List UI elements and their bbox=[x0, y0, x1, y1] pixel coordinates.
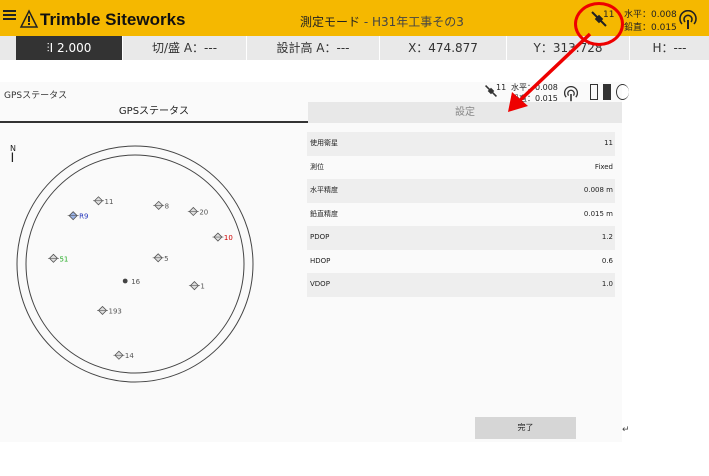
status-label: 使用衛星 bbox=[310, 139, 338, 147]
satellite-marker: 16 bbox=[122, 278, 141, 286]
satellite-marker: 193 bbox=[96, 305, 122, 315]
precision-readout: 水平：0.008 鉛直：0.015 bbox=[624, 9, 677, 35]
radio-signal-icon[interactable] bbox=[678, 10, 698, 30]
design-height-cell[interactable]: 設計高 A：--- bbox=[247, 36, 380, 60]
project-name: H31年工事その3 bbox=[371, 15, 464, 29]
sky-plot-inner-ring bbox=[25, 154, 245, 374]
vertical-precision: 鉛直：0.015 bbox=[624, 23, 677, 33]
status-label: 測位 bbox=[310, 162, 324, 171]
satellite-label: 10 bbox=[224, 234, 233, 242]
sky-plot: 8 11 20 10 R9 5 51 1 16 193 14 bbox=[16, 145, 254, 383]
antenna-height-value: 2.000 bbox=[57, 41, 92, 55]
satellite-marker: 1 bbox=[188, 281, 205, 291]
satellite-label: 14 bbox=[125, 352, 134, 360]
satellite-marker: 5 bbox=[152, 253, 169, 263]
satellite-label: 51 bbox=[59, 255, 68, 263]
status-label: HDOP bbox=[310, 256, 331, 265]
status-row: 水平精度 0.008 m bbox=[307, 179, 615, 203]
antenna-height-cell[interactable]: ⫶I 2.000 bbox=[16, 36, 123, 60]
warning-logo-icon bbox=[19, 9, 39, 28]
satellite-label: 5 bbox=[164, 255, 168, 263]
status-row: PDOP 1.2 bbox=[307, 226, 615, 250]
power-icon bbox=[616, 84, 629, 100]
status-value: 11 bbox=[604, 139, 613, 147]
mode-label: 測定モード bbox=[300, 15, 361, 29]
h-coordinate-cell[interactable]: H：--- bbox=[630, 36, 709, 60]
satellite-label: 1 bbox=[200, 283, 204, 291]
status-value: 1.2 bbox=[601, 233, 613, 241]
satellite-label: R9 bbox=[79, 213, 88, 221]
status-value: 0.6 bbox=[601, 256, 613, 265]
satellite-label: 16 bbox=[131, 278, 140, 286]
hamburger-menu-icon[interactable] bbox=[3, 8, 16, 22]
status-label: VDOP bbox=[310, 280, 330, 288]
status-value: Fixed bbox=[594, 162, 613, 171]
satellite-label: 8 bbox=[165, 202, 169, 210]
status-table: 使用衛星 11 測位 Fixed 水平精度 0.008 m 鉛直精度 0.015 m PDOP 1… bbox=[307, 132, 615, 297]
cursor-icon: ↵ bbox=[622, 425, 630, 435]
status-label: 鉛直精度 bbox=[310, 209, 338, 218]
screen-title: GPSステータス bbox=[4, 91, 68, 101]
tab-gps-status[interactable]: GPSステータス bbox=[0, 102, 308, 123]
antenna-height-icon: ⫶I bbox=[46, 41, 57, 55]
satellite-marker: 8 bbox=[153, 200, 169, 210]
status-value: 0.008 m bbox=[583, 186, 613, 194]
battery-icon bbox=[603, 84, 611, 100]
satellite-label: 11 bbox=[104, 198, 113, 206]
status-row: VDOP 1.0 bbox=[307, 273, 615, 297]
status-label: 水平精度 bbox=[310, 186, 338, 194]
satellite-label: 193 bbox=[108, 307, 121, 315]
satellite-marker: 14 bbox=[113, 350, 134, 360]
mode-title: 測定モード - H31年工事その3 bbox=[300, 13, 464, 30]
status-row: 使用衛星 11 bbox=[307, 132, 615, 156]
satellite-marker: 11 bbox=[92, 196, 113, 206]
status-row: HDOP 0.6 bbox=[307, 250, 615, 274]
status-value: 0.015 m bbox=[583, 209, 613, 218]
x-coordinate-cell[interactable]: X：474.877 bbox=[380, 36, 507, 60]
status-row: 測位 Fixed bbox=[307, 156, 615, 180]
satellite-marker: R9 bbox=[67, 211, 88, 221]
cut-fill-cell[interactable]: 切/盛 A：--- bbox=[123, 36, 247, 60]
status-value: 1.0 bbox=[601, 280, 613, 288]
horizontal-precision: 水平：0.008 bbox=[624, 10, 677, 20]
satellite-marker: 10 bbox=[212, 232, 233, 242]
satellite-marker: 20 bbox=[187, 206, 208, 216]
annotation-arrow-icon bbox=[508, 32, 592, 112]
done-button[interactable]: 完了 bbox=[475, 417, 576, 439]
satellite-marker: 51 bbox=[47, 253, 68, 263]
status-row: 鉛直精度 0.015 m bbox=[307, 203, 615, 227]
app-brand: Trimble Siteworks bbox=[40, 10, 186, 29]
satellite-label: 20 bbox=[199, 208, 208, 216]
mode-separator: - bbox=[360, 15, 372, 29]
status-label: PDOP bbox=[310, 233, 330, 241]
sky-plot-outer-ring bbox=[16, 145, 254, 383]
